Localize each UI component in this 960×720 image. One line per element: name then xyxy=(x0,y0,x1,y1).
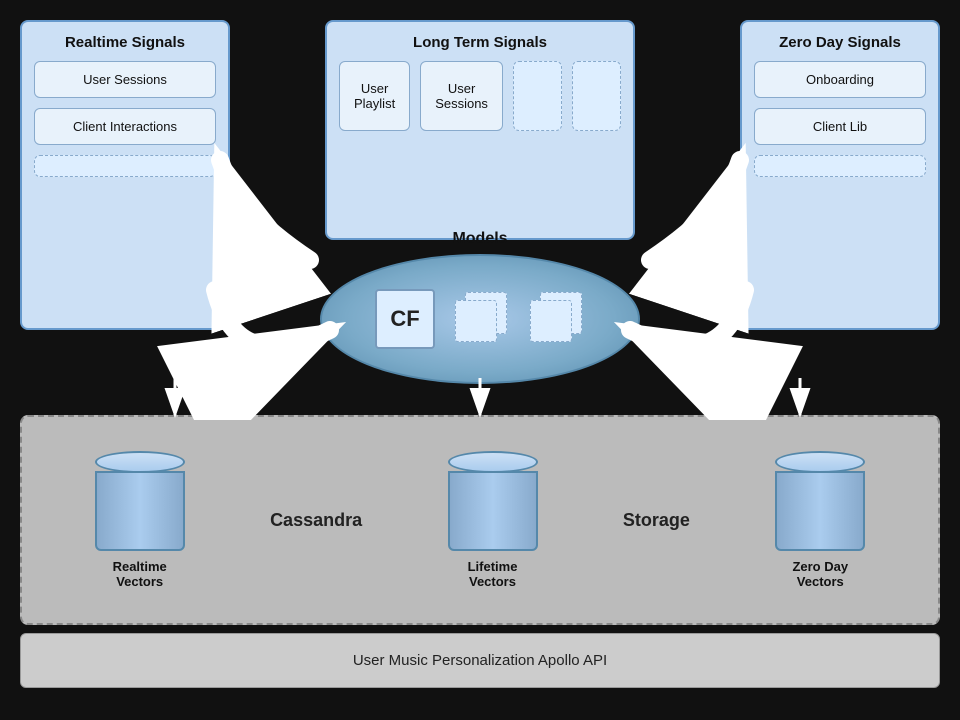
longterm-signals-box: Long Term Signals User Playlist User Ses… xyxy=(325,20,635,240)
client-interactions-card: Client Interactions xyxy=(34,108,216,145)
realtime-items: User Sessions Client Interactions xyxy=(34,61,216,177)
user-sessions-card: User Sessions xyxy=(34,61,216,98)
cassandra-storage-box: RealtimeVectors Cassandra LifetimeVector… xyxy=(20,415,940,625)
longterm-items: User Playlist User Sessions xyxy=(339,61,621,131)
longterm-signals-title: Long Term Signals xyxy=(339,34,621,51)
cf-model-cube: CF xyxy=(375,289,435,349)
zeroday-signals-box: Zero Day Signals Onboarding Client Lib xyxy=(740,20,940,330)
apollo-api-label: User Music Personalization Apollo API xyxy=(353,652,607,669)
bottom-section: RealtimeVectors Cassandra LifetimeVector… xyxy=(20,415,940,705)
apollo-api-bar: User Music Personalization Apollo API xyxy=(20,633,940,688)
realtime-signals-title: Realtime Signals xyxy=(34,34,216,51)
cyl-top-2 xyxy=(448,451,538,473)
realtime-empty-card xyxy=(34,155,216,177)
user-playlist-card: User Playlist xyxy=(339,61,410,131)
zeroday-signals-title: Zero Day Signals xyxy=(754,34,926,51)
cyl-top-3 xyxy=(775,451,865,473)
models-ellipse: CF xyxy=(320,254,640,384)
lifetime-vectors-cylinder: LifetimeVectors xyxy=(448,451,538,589)
zeroday-items: Onboarding Client Lib xyxy=(754,61,926,177)
cyl-body-3 xyxy=(775,471,865,551)
cyl-body-1 xyxy=(95,471,185,551)
models-area: Models CF xyxy=(320,230,640,384)
cyl-body-2 xyxy=(448,471,538,551)
zeroday-vectors-label: Zero DayVectors xyxy=(792,559,848,589)
lifetime-vectors-label: LifetimeVectors xyxy=(468,559,518,589)
storage-label: Storage xyxy=(623,510,690,531)
model-cube-3 xyxy=(530,292,585,347)
cube-front xyxy=(455,300,497,342)
zeroday-empty-card xyxy=(754,155,926,177)
cyl-top-1 xyxy=(95,451,185,473)
zeroday-vectors-cylinder: Zero DayVectors xyxy=(775,451,865,589)
cassandra-label: Cassandra xyxy=(270,510,362,531)
realtime-vectors-label: RealtimeVectors xyxy=(113,559,167,589)
diagram-container: Realtime Signals User Sessions Client In… xyxy=(0,0,960,720)
cube-front-2 xyxy=(530,300,572,342)
model-cube-2 xyxy=(455,292,510,347)
client-lib-card: Client Lib xyxy=(754,108,926,145)
models-label: Models xyxy=(320,230,640,248)
onboarding-card: Onboarding xyxy=(754,61,926,98)
longterm-user-sessions-card: User Sessions xyxy=(420,61,503,131)
realtime-vectors-cylinder: RealtimeVectors xyxy=(95,451,185,589)
longterm-empty-2 xyxy=(572,61,621,131)
realtime-signals-box: Realtime Signals User Sessions Client In… xyxy=(20,20,230,330)
longterm-empty-1 xyxy=(513,61,562,131)
